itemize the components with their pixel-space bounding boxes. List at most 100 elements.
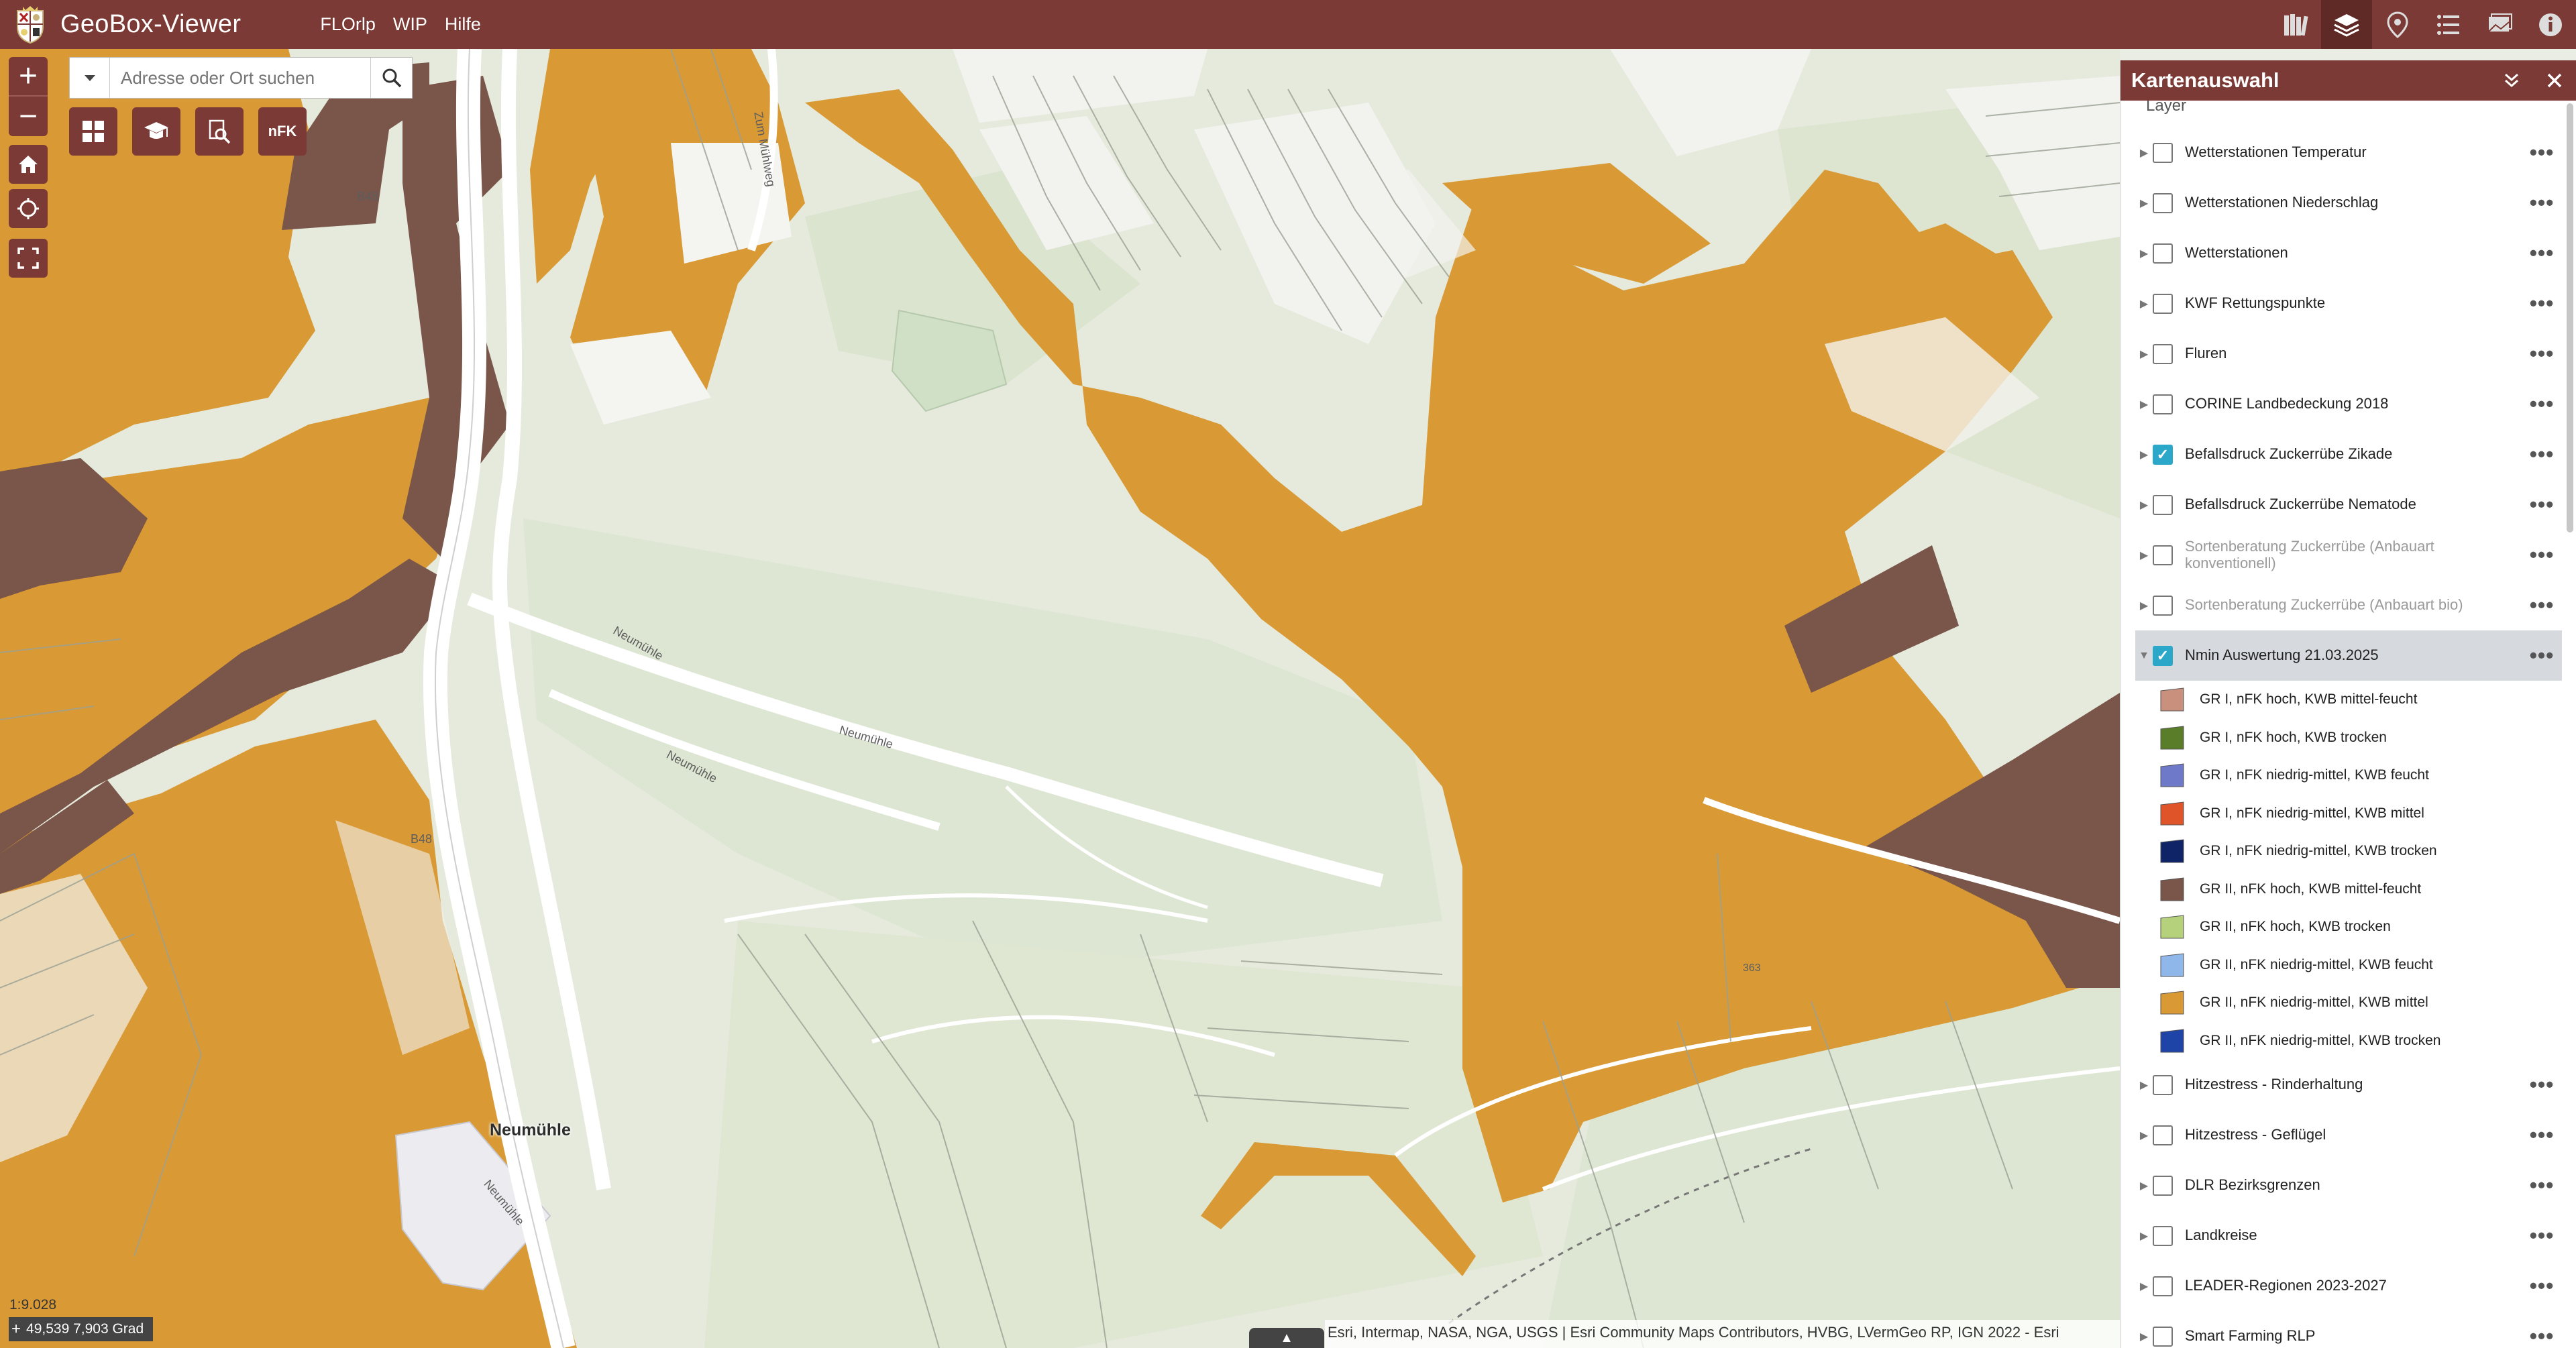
layer-row[interactable]: ▶ DLR Bezirksgrenzen ••• [2135,1160,2562,1211]
more-options-icon[interactable]: ••• [2522,442,2562,467]
caret-right-icon[interactable]: ▶ [2135,498,2153,512]
locate-button[interactable] [9,189,48,228]
nav-hilfe[interactable]: Hilfe [445,14,481,35]
layer-checkbox[interactable] [2153,1175,2173,1196]
layer-row[interactable]: ▶ Wetterstationen ••• [2135,228,2562,278]
layer-checkbox-checked[interactable]: ✓ [2153,645,2173,666]
layer-row[interactable]: ▶ Hitzestress - Rinderhaltung ••• [2135,1060,2562,1110]
caret-right-icon[interactable]: ▶ [2135,1280,2153,1293]
nfk-tool-button[interactable]: nFK [258,107,307,156]
caret-right-icon[interactable]: ▶ [2135,1229,2153,1243]
layer-checkbox[interactable] [2153,142,2173,163]
layer-row[interactable]: ▶ CORINE Landbedeckung 2018 ••• [2135,379,2562,429]
more-options-icon[interactable]: ••• [2522,1274,2562,1298]
layer-checkbox[interactable] [2153,192,2173,213]
layer-checkbox[interactable] [2153,293,2173,314]
layer-checkbox[interactable] [2153,394,2173,414]
caret-right-icon[interactable]: ▶ [2135,196,2153,210]
caret-right-icon[interactable]: ▶ [2135,1129,2153,1142]
layer-checkbox[interactable] [2153,1276,2173,1296]
layer-checkbox[interactable] [2153,545,2173,565]
layer-checkbox-checked[interactable]: ✓ [2153,444,2173,465]
layer-label: Wetterstationen [2185,244,2288,262]
more-options-icon[interactable]: ••• [2522,1324,2562,1348]
legend-item: GR I, nFK hoch, KWB trocken [2135,719,2562,757]
layer-row[interactable]: ▶ Sortenberatung Zuckerrübe (Anbauart bi… [2135,580,2562,630]
attribution-expand-tab[interactable]: ▲ [1249,1328,1324,1348]
zoom-control: + − [9,57,48,136]
layer-row[interactable]: ▶ Hitzestress - Geflügel ••• [2135,1110,2562,1160]
more-options-icon[interactable]: ••• [2522,190,2562,215]
education-tool-button[interactable] [132,107,180,156]
layers-button[interactable] [2321,0,2372,49]
layer-checkbox[interactable] [2153,1074,2173,1095]
more-options-icon[interactable]: ••• [2522,1223,2562,1248]
layer-checkbox[interactable] [2153,243,2173,264]
layer-row-selected[interactable]: ▼ ✓ Nmin Auswertung 21.03.2025 ••• [2135,630,2562,681]
more-options-icon[interactable]: ••• [2522,140,2562,165]
caret-right-icon[interactable]: ▶ [2135,1179,2153,1192]
app-title: GeoBox-Viewer [60,10,241,38]
search-input[interactable] [110,59,370,97]
layer-checkbox[interactable] [2153,343,2173,364]
nav-florlp[interactable]: FLOrlp [320,14,376,35]
more-options-icon[interactable]: ••• [2522,1173,2562,1198]
caret-right-icon[interactable]: ▶ [2135,599,2153,612]
search-button[interactable] [370,58,412,98]
basemap-button[interactable] [2474,0,2525,49]
zoom-out-button[interactable]: − [9,97,48,136]
layer-row[interactable]: ▶ Befallsdruck Zuckerrübe Nematode ••• [2135,480,2562,530]
nav-wip[interactable]: WIP [393,14,427,35]
grid-tool-button[interactable] [69,107,117,156]
caret-right-icon[interactable]: ▶ [2135,1330,2153,1343]
caret-right-icon[interactable]: ▶ [2135,549,2153,562]
layer-checkbox[interactable] [2153,1326,2173,1347]
search-source-dropdown[interactable] [70,58,110,98]
more-options-icon[interactable]: ••• [2522,492,2562,517]
layer-row[interactable]: ▶ Smart Farming RLP ••• [2135,1311,2562,1348]
caret-down-icon[interactable]: ▼ [2135,650,2153,662]
more-options-icon[interactable]: ••• [2522,643,2562,668]
caret-right-icon[interactable]: ▶ [2135,398,2153,411]
layer-checkbox[interactable] [2153,595,2173,616]
layer-row[interactable]: ▶ KWF Rettungspunkte ••• [2135,278,2562,329]
more-options-icon[interactable]: ••• [2522,291,2562,316]
layer-row[interactable]: ▶ Wetterstationen Temperatur ••• [2135,127,2562,178]
more-options-icon[interactable]: ••• [2522,241,2562,266]
layer-row[interactable]: ▶ Landkreise ••• [2135,1211,2562,1261]
more-options-icon[interactable]: ••• [2522,341,2562,366]
layer-row[interactable]: ▶ Fluren ••• [2135,329,2562,379]
collapse-panel-button[interactable] [2490,60,2533,101]
more-options-icon[interactable]: ••• [2522,392,2562,416]
caret-right-icon[interactable]: ▶ [2135,247,2153,260]
map-canvas[interactable] [0,49,2120,1348]
panel-scrollbar[interactable] [2567,103,2573,532]
legend-label: GR I, nFK hoch, KWB mittel-feucht [2200,691,2418,708]
caret-right-icon[interactable]: ▶ [2135,448,2153,461]
layer-row[interactable]: ▶ LEADER-Regionen 2023-2027 ••• [2135,1261,2562,1311]
more-options-icon[interactable]: ••• [2522,593,2562,618]
layer-checkbox[interactable] [2153,1225,2173,1246]
library-button[interactable] [2270,0,2321,49]
fullscreen-button[interactable] [9,239,48,278]
location-button[interactable] [2372,0,2423,49]
close-panel-button[interactable] [2533,60,2576,101]
more-options-icon[interactable]: ••• [2522,1123,2562,1147]
layer-row[interactable]: ▶ Wetterstationen Niederschlag ••• [2135,178,2562,228]
zoom-in-button[interactable]: + [9,57,48,97]
home-button[interactable] [9,145,48,184]
more-options-icon[interactable]: ••• [2522,1072,2562,1097]
info-button[interactable] [2525,0,2576,49]
layer-row[interactable]: ▶ Sortenberatung Zuckerrübe (Anbauart ko… [2135,530,2562,580]
layer-checkbox[interactable] [2153,1125,2173,1145]
feature-search-button[interactable] [195,107,244,156]
list-button[interactable] [2423,0,2474,49]
layer-checkbox[interactable] [2153,494,2173,515]
map-view[interactable]: B48 B48 Zum Mühlweg Neumühle Neumühle Ne… [0,49,2120,1348]
caret-right-icon[interactable]: ▶ [2135,347,2153,361]
caret-right-icon[interactable]: ▶ [2135,297,2153,311]
caret-right-icon[interactable]: ▶ [2135,146,2153,160]
more-options-icon[interactable]: ••• [2522,543,2562,567]
layer-row[interactable]: ▶ ✓ Befallsdruck Zuckerrübe Zikade ••• [2135,429,2562,480]
caret-right-icon[interactable]: ▶ [2135,1078,2153,1092]
